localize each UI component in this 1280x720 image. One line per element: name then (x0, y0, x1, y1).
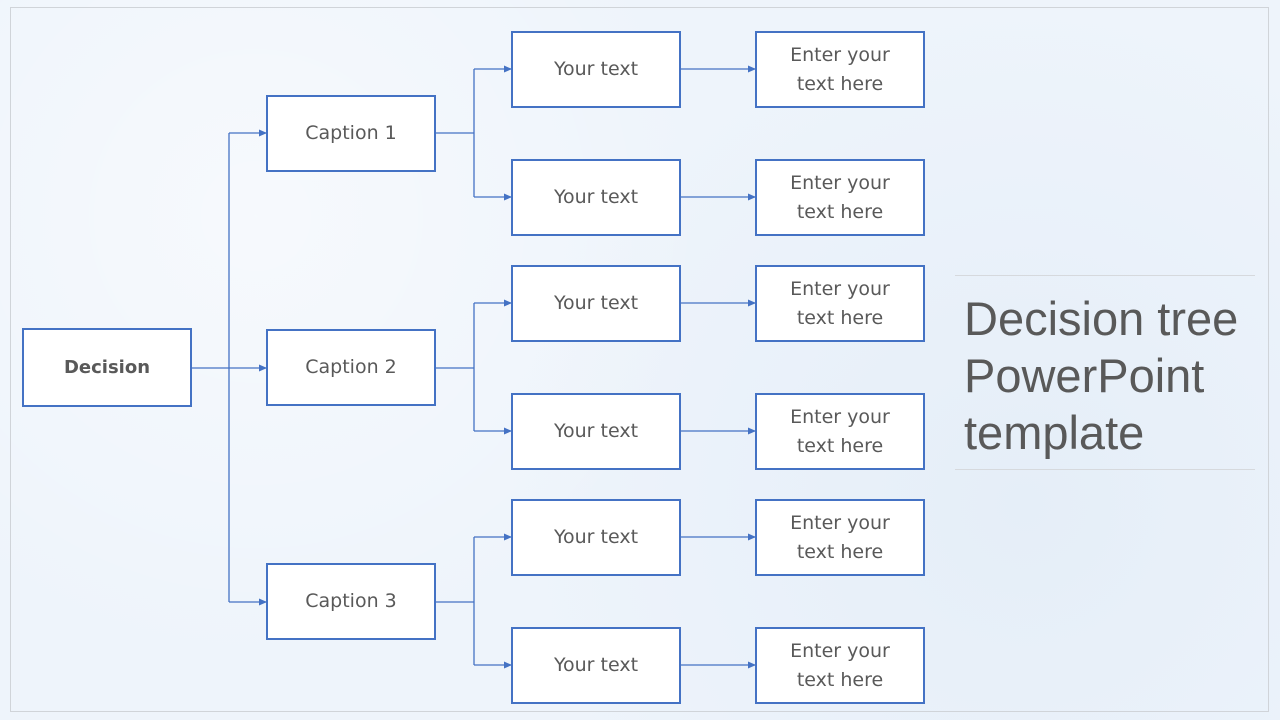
decision-node[interactable]: Decision (22, 328, 192, 407)
outcome-node-5[interactable]: Enter your text here (755, 499, 925, 576)
option-label: Your text (553, 58, 639, 80)
caption-label: Caption 3 (305, 590, 397, 612)
caption-label: Caption 2 (305, 356, 397, 378)
title-bottom-rule (955, 469, 1255, 470)
outcome-node-2[interactable]: Enter your text here (755, 159, 925, 236)
outcome-label: Enter your text here (790, 43, 890, 95)
option-node-3[interactable]: Your text (511, 265, 681, 342)
caption-node-2[interactable]: Caption 2 (266, 329, 436, 406)
option-label: Your text (553, 654, 639, 676)
decision-label: Decision (63, 357, 151, 378)
outcome-label: Enter your text here (790, 171, 890, 223)
outcome-node-6[interactable]: Enter your text here (755, 627, 925, 704)
caption-node-3[interactable]: Caption 3 (266, 563, 436, 640)
option-node-6[interactable]: Your text (511, 627, 681, 704)
caption-label: Caption 1 (305, 122, 397, 144)
option-node-2[interactable]: Your text (511, 159, 681, 236)
option-node-5[interactable]: Your text (511, 499, 681, 576)
outcome-node-1[interactable]: Enter your text here (755, 31, 925, 108)
outcome-label: Enter your text here (790, 277, 890, 329)
option-label: Your text (553, 292, 639, 314)
outcome-label: Enter your text here (790, 639, 890, 691)
option-label: Your text (553, 526, 639, 548)
slide-title[interactable]: Decision tree PowerPoint template (964, 290, 1274, 461)
title-top-rule (955, 275, 1255, 276)
caption-node-1[interactable]: Caption 1 (266, 95, 436, 172)
outcome-node-3[interactable]: Enter your text here (755, 265, 925, 342)
outcome-label: Enter your text here (790, 405, 890, 457)
outcome-node-4[interactable]: Enter your text here (755, 393, 925, 470)
option-label: Your text (553, 186, 639, 208)
option-node-1[interactable]: Your text (511, 31, 681, 108)
option-label: Your text (553, 420, 639, 442)
outcome-label: Enter your text here (790, 511, 890, 563)
option-node-4[interactable]: Your text (511, 393, 681, 470)
